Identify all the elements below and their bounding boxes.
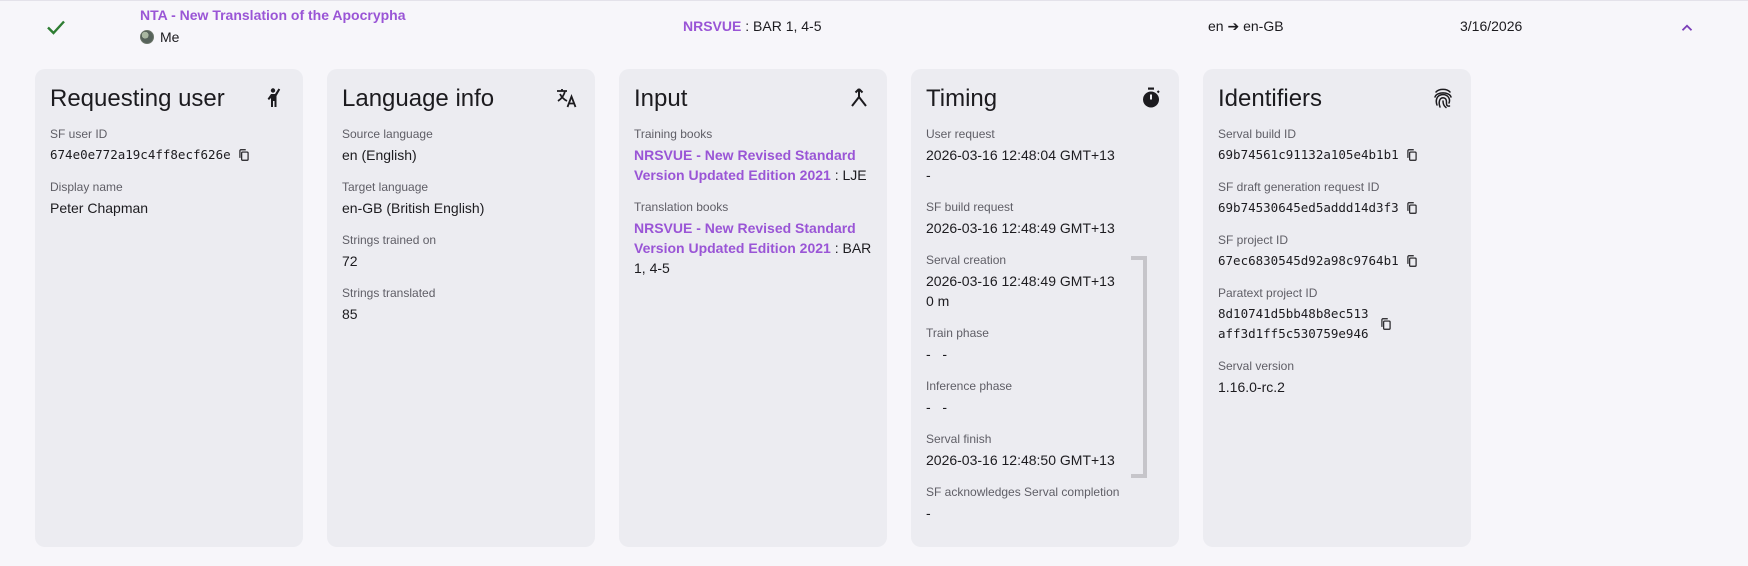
timer-icon xyxy=(1143,87,1160,108)
train-phase-field: Train phase - - xyxy=(926,325,1164,364)
sf-ack-field: SF acknowledges Serval completion - xyxy=(926,484,1164,523)
serval-creation-time: 2026-03-16 12:48:49 GMT+13 xyxy=(926,273,1115,289)
display-name: Peter Chapman xyxy=(50,200,149,216)
copy-icon[interactable] xyxy=(1379,317,1393,331)
translate-icon xyxy=(557,89,577,108)
project-link[interactable]: NTA - New Translation of the Apocrypha xyxy=(140,7,406,23)
requester: Me xyxy=(140,29,179,45)
sf-build-request-time: 2026-03-16 12:48:49 GMT+13 xyxy=(926,220,1115,236)
field-label: Serval version xyxy=(1218,359,1295,373)
target-language-field: Target language en-GB (British English) xyxy=(342,179,580,218)
inference-phase-field: Inference phase - - xyxy=(926,378,1164,417)
source-language: en (English) xyxy=(342,147,417,163)
sf-user-id-field: SF user ID 674e0e772a19c4ff8ecf626e xyxy=(50,126,288,165)
paratext-id-line-1: 8d10741d5bb48b8ec513 xyxy=(1218,306,1369,321)
input-card: Input Training books NRSVUE - New Revise… xyxy=(619,69,887,547)
card-title: Timing xyxy=(926,85,998,112)
serval-finish-field: Serval finish 2026-03-16 12:48:50 GMT+13 xyxy=(926,431,1164,470)
field-label: Serval build ID xyxy=(1218,127,1297,141)
draft-request-id: 69b74530645ed5addd14d3f3 xyxy=(1218,200,1399,215)
date-summary: 3/16/2026 xyxy=(1460,18,1523,34)
identifiers-card: Identifiers Serval build ID 69b74561c911… xyxy=(1203,69,1471,547)
paratext-project-id-field: Paratext project ID 8d10741d5bb48b8ec513… xyxy=(1218,285,1456,344)
field-label: Paratext project ID xyxy=(1218,286,1318,300)
sf-user-id: 674e0e772a19c4ff8ecf626e xyxy=(50,147,231,162)
books-summary: NRSVUE : BAR 1, 4-5 xyxy=(683,18,822,34)
books-summary-range: : BAR 1, 4-5 xyxy=(741,18,822,34)
serval-creation-field: Serval creation 2026-03-16 12:48:49 GMT+… xyxy=(926,252,1164,311)
source-language-field: Source language en (English) xyxy=(342,126,580,165)
serval-build-id-field: Serval build ID 69b74561c91132a105e4b1b1 xyxy=(1218,126,1456,165)
field-label: SF acknowledges Serval completion xyxy=(926,485,1120,499)
draft-summary-row[interactable]: NTA - New Translation of the Apocrypha M… xyxy=(0,0,1748,60)
sf-project-id-field: SF project ID 67ec6830545d92a98c9764b1 xyxy=(1218,232,1456,271)
person-raised-hand-icon xyxy=(267,88,281,107)
user-request-field: User request 2026-03-16 12:48:04 GMT+13 … xyxy=(926,126,1164,185)
requester-name: Me xyxy=(160,29,180,45)
translation-books-link[interactable]: NRSVUE - New Revised Standard Version Up… xyxy=(634,220,856,256)
language-info-card: Language info Source language en (Englis… xyxy=(327,69,595,547)
requesting-user-card: Requesting user SF user ID 674e0e772a19c… xyxy=(35,69,303,547)
copy-icon[interactable] xyxy=(1405,201,1419,215)
copy-icon[interactable] xyxy=(237,148,251,162)
sf-build-request-field: SF build request 2026-03-16 12:48:49 GMT… xyxy=(926,199,1164,238)
chevron-up-icon xyxy=(1681,24,1693,31)
serval-version: 1.16.0-rc.2 xyxy=(1218,379,1285,395)
strings-trained-field: Strings trained on 72 xyxy=(342,232,580,271)
target-language: en-GB (British English) xyxy=(342,200,485,216)
serval-version-field: Serval version 1.16.0-rc.2 xyxy=(1218,358,1456,397)
strings-translated-field: Strings translated 85 xyxy=(342,285,580,324)
avatar xyxy=(140,30,154,44)
field-label: Display name xyxy=(50,180,123,194)
check-icon xyxy=(47,20,65,35)
user-request-time: 2026-03-16 12:48:04 GMT+13 xyxy=(926,147,1115,163)
collapse-button[interactable] xyxy=(1673,14,1701,42)
field-label: Serval creation xyxy=(926,253,1007,267)
translation-books-field: Translation books NRSVUE - New Revised S… xyxy=(634,199,872,278)
training-books: NRSVUE - New Revised Standard Version Up… xyxy=(634,145,872,185)
field-label: Train phase xyxy=(926,326,989,340)
card-title: Language info xyxy=(342,85,495,112)
field-label: Strings trained on xyxy=(342,233,437,247)
sf-ack: - xyxy=(926,505,931,521)
training-books-link[interactable]: NRSVUE - New Revised Standard Version Up… xyxy=(634,147,856,183)
inference-phase: - - xyxy=(926,399,947,415)
card-title: Identifiers xyxy=(1218,85,1323,112)
training-books-field: Training books NRSVUE - New Revised Stan… xyxy=(634,126,872,185)
serval-creation-duration: 0 m xyxy=(926,293,950,309)
field-label: Inference phase xyxy=(926,379,1013,393)
copy-icon[interactable] xyxy=(1405,254,1419,268)
copy-icon[interactable] xyxy=(1405,148,1419,162)
serval-build-id: 69b74561c91132a105e4b1b1 xyxy=(1218,147,1399,162)
user-request-duration: - xyxy=(926,167,931,183)
strings-trained: 72 xyxy=(342,253,358,269)
field-label: Strings translated xyxy=(342,286,436,300)
field-label: Serval finish xyxy=(926,432,992,446)
field-label: Training books xyxy=(634,127,713,141)
field-label: User request xyxy=(926,127,995,141)
paratext-id-line-2: aff3d1ff5c530759e946 xyxy=(1218,326,1369,341)
field-label: SF project ID xyxy=(1218,233,1289,247)
field-label: Target language xyxy=(342,180,429,194)
training-books-range: : LJE xyxy=(830,167,867,183)
serval-finish-time: 2026-03-16 12:48:50 GMT+13 xyxy=(926,452,1115,468)
books-summary-code: NRSVUE xyxy=(683,18,742,34)
card-title: Requesting user xyxy=(50,85,225,112)
field-label: SF user ID xyxy=(50,127,108,141)
display-name-field: Display name Peter Chapman xyxy=(50,179,288,218)
strings-translated: 85 xyxy=(342,306,358,322)
language-summary: en ➔ en-GB xyxy=(1208,18,1284,34)
merge-icon xyxy=(851,88,867,107)
field-label: SF draft generation request ID xyxy=(1218,180,1380,194)
field-label: Translation books xyxy=(634,200,729,214)
train-phase: - - xyxy=(926,346,947,362)
field-label: Source language xyxy=(342,127,433,141)
fingerprint-icon xyxy=(1434,88,1452,109)
field-label: SF build request xyxy=(926,200,1014,214)
card-title: Input xyxy=(634,85,688,112)
sf-project-id: 67ec6830545d92a98c9764b1 xyxy=(1218,253,1399,268)
draft-request-id-field: SF draft generation request ID 69b745306… xyxy=(1218,179,1456,218)
serval-duration-bracket xyxy=(1131,256,1147,478)
translation-books: NRSVUE - New Revised Standard Version Up… xyxy=(634,218,872,278)
